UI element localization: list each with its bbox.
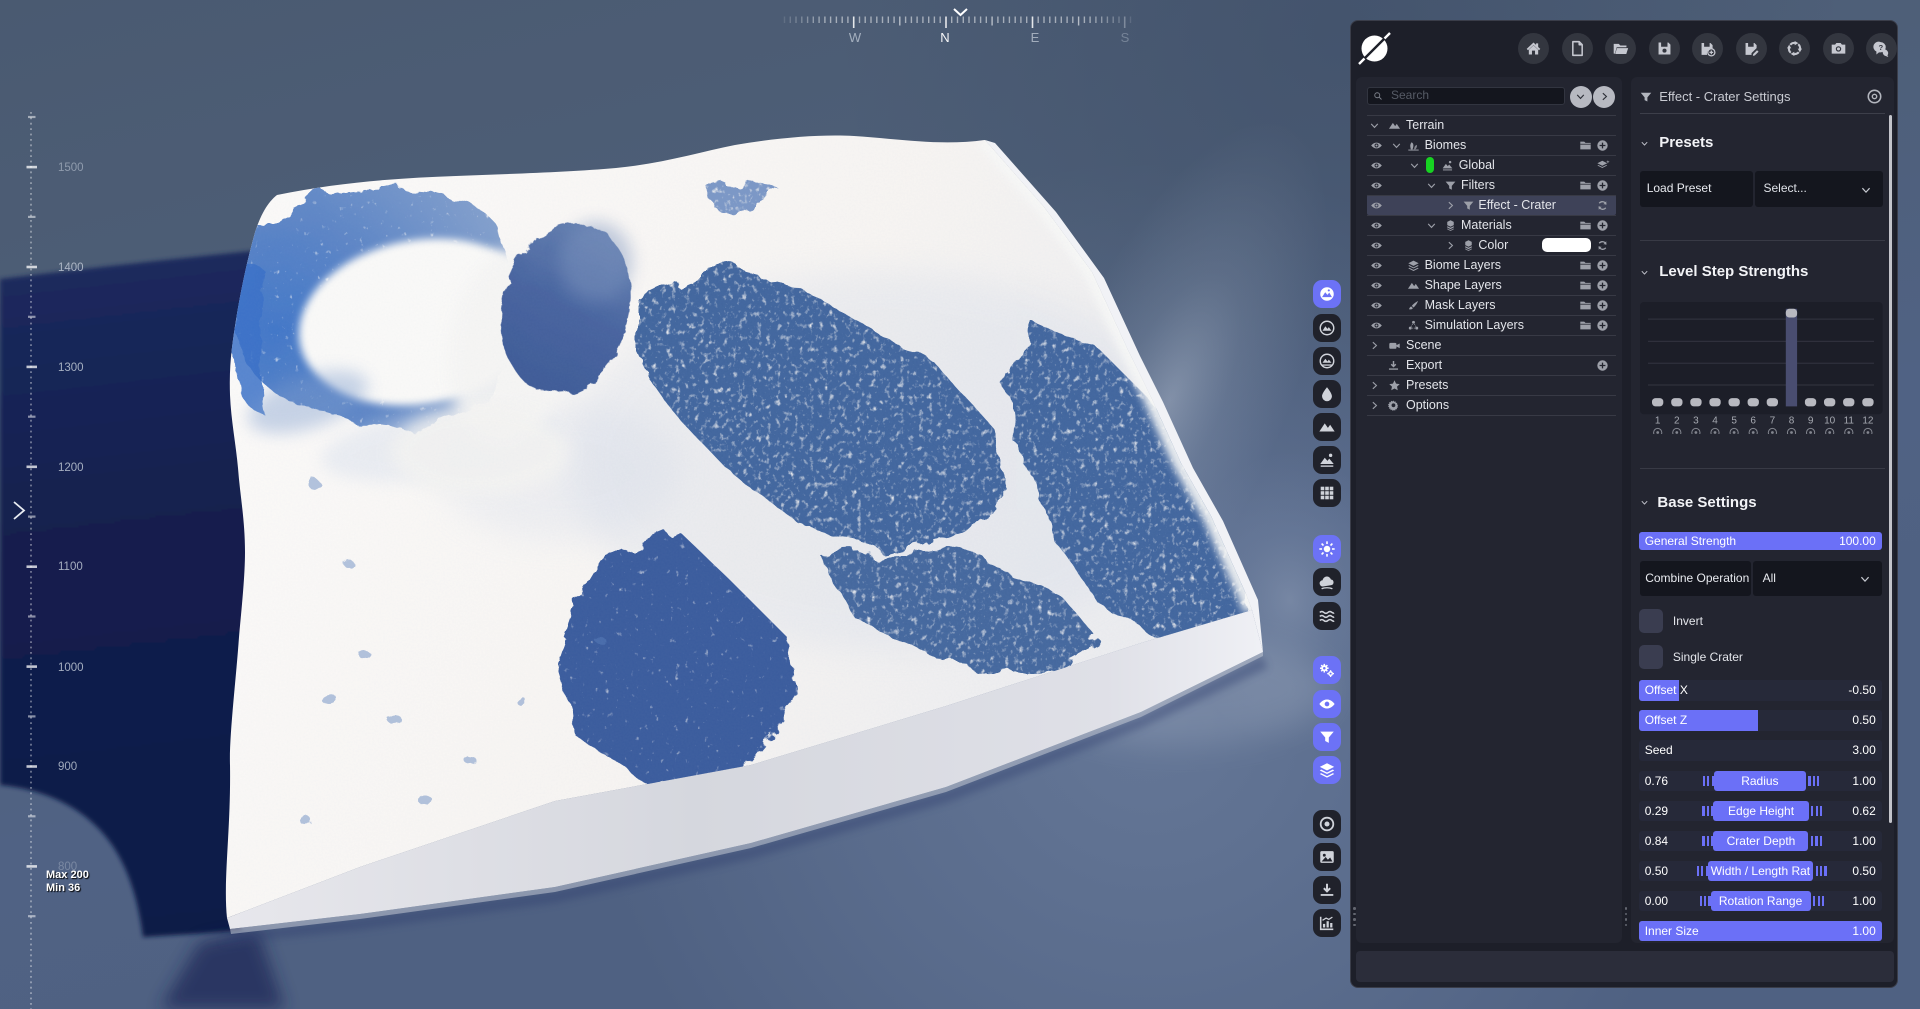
svg-text:10: 10 [1824,415,1836,426]
svg-text:12: 12 [1862,415,1874,426]
svg-text:1: 1 [1655,415,1661,426]
svg-text:W: W [849,30,862,45]
svg-text:8: 8 [1788,415,1794,426]
svg-text:11: 11 [1843,415,1854,426]
svg-text:Min 36: Min 36 [46,882,80,894]
svg-text:1000: 1000 [58,662,84,674]
svg-text:900: 900 [58,761,77,773]
svg-text:1100: 1100 [58,561,83,573]
svg-text:6: 6 [1750,415,1756,426]
svg-text:E: E [1031,30,1040,45]
svg-text:1400: 1400 [58,262,84,274]
svg-text:7: 7 [1769,415,1775,426]
svg-text:1500: 1500 [58,162,84,174]
svg-text:2: 2 [1674,415,1680,426]
svg-text:3: 3 [1693,415,1699,426]
svg-text:4: 4 [1712,415,1718,426]
svg-text:1200: 1200 [58,462,84,474]
svg-text:N: N [940,30,949,45]
svg-text:9: 9 [1807,415,1813,426]
svg-text:5: 5 [1731,415,1737,426]
svg-text:S: S [1121,30,1130,45]
svg-text:1300: 1300 [58,362,84,374]
svg-text:Max 200: Max 200 [46,869,89,881]
